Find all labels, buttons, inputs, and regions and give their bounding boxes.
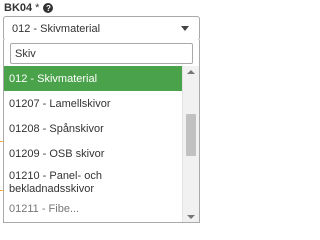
scroll-down-arrow-icon[interactable] bbox=[187, 215, 195, 219]
option-01208-spanskivor[interactable]: 01208 - Spånskivor bbox=[4, 116, 182, 141]
bk04-field-widget: BK04 * ? 012 - Skivmaterial 012 - Skivma… bbox=[0, 0, 205, 223]
scroll-thumb[interactable] bbox=[186, 114, 196, 156]
question-circle-icon[interactable]: ? bbox=[43, 3, 54, 13]
search-wrap bbox=[4, 40, 199, 67]
selected-value: 012 - Skivmaterial bbox=[12, 22, 101, 35]
field-label-text: BK04 bbox=[4, 2, 33, 14]
field-label: BK04 * ? bbox=[4, 1, 54, 15]
option-01209-osb-skivor[interactable]: 01209 - OSB skivor bbox=[4, 141, 182, 166]
option-01211-partial[interactable]: 01211 - Fibe... bbox=[4, 198, 182, 218]
required-mark: * bbox=[35, 2, 40, 14]
option-label: 01207 - Lamellskivor bbox=[9, 97, 111, 110]
dropdown-panel: 012 - Skivmaterial 01207 - Lamellskivor … bbox=[3, 40, 200, 223]
option-label: 01209 - OSB skivor bbox=[9, 147, 105, 160]
option-label: 01208 - Spånskivor bbox=[9, 122, 104, 135]
background-accent-line bbox=[0, 190, 4, 191]
option-01207-lamellskivor[interactable]: 01207 - Lamellskivor bbox=[4, 91, 182, 116]
option-label: 01211 - Fibe... bbox=[9, 203, 80, 215]
options-list: 012 - Skivmaterial 01207 - Lamellskivor … bbox=[4, 66, 182, 218]
scroll-up-arrow-icon[interactable] bbox=[187, 70, 195, 74]
option-01210-panel-och-bekladnadsskivor[interactable]: 01210 - Panel- och bekladnadsskivor bbox=[4, 166, 182, 198]
option-012-skivmaterial[interactable]: 012 - Skivmaterial bbox=[4, 66, 182, 91]
background-accent-line bbox=[0, 141, 4, 142]
option-label: 012 - Skivmaterial bbox=[9, 72, 98, 85]
option-label: 01210 - Panel- och bekladnadsskivor bbox=[9, 170, 102, 195]
bk04-select[interactable]: 012 - Skivmaterial bbox=[3, 16, 200, 41]
search-input[interactable] bbox=[10, 43, 193, 64]
chevron-down-icon[interactable] bbox=[181, 26, 189, 31]
dropdown-scrollbar[interactable] bbox=[182, 66, 199, 222]
